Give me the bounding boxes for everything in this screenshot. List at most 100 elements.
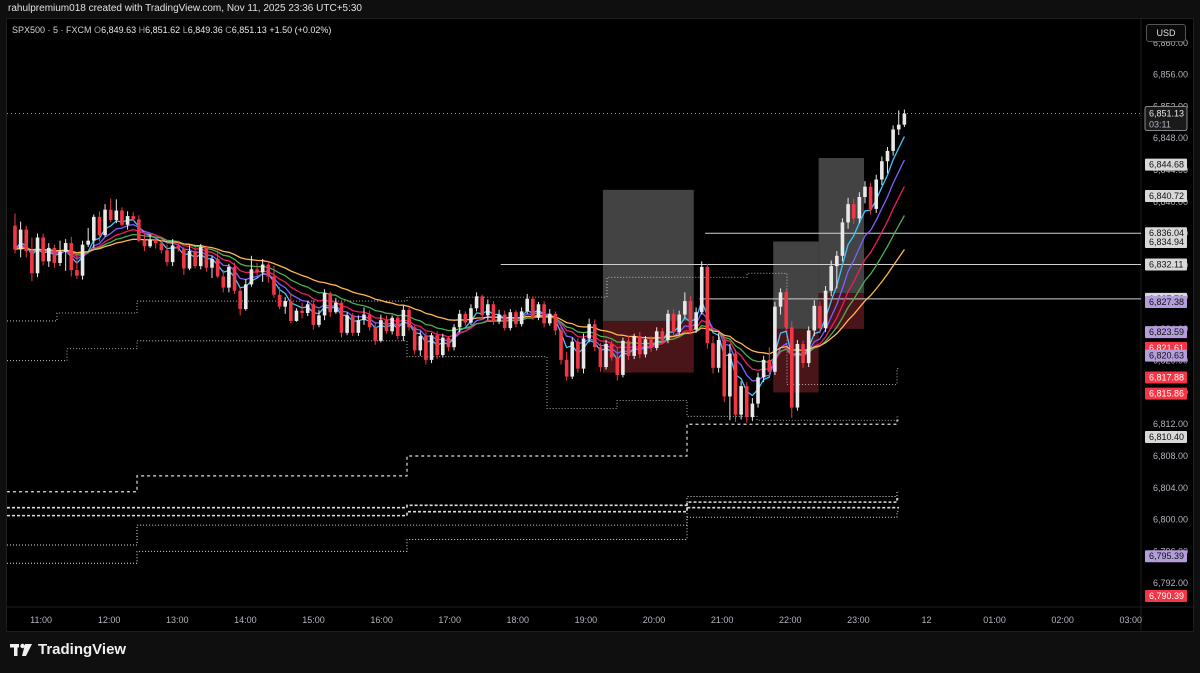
candle-body[interactable] <box>896 124 901 130</box>
candle-body[interactable] <box>851 204 856 219</box>
candle-body[interactable] <box>350 315 355 333</box>
candle-body[interactable] <box>835 255 839 267</box>
candle-body[interactable] <box>221 276 226 288</box>
candle-body[interactable] <box>176 245 181 249</box>
candle-body[interactable] <box>322 293 327 316</box>
candle-body[interactable] <box>891 129 895 151</box>
candle-body[interactable] <box>412 327 417 351</box>
candle-body[interactable] <box>818 305 822 329</box>
candle-body[interactable] <box>407 309 411 328</box>
candle-body[interactable] <box>570 341 575 377</box>
candle-body[interactable] <box>339 302 344 333</box>
candle-body[interactable] <box>80 244 85 276</box>
candle-body[interactable] <box>92 216 96 241</box>
candle-body[interactable] <box>215 258 220 277</box>
candle-body[interactable] <box>880 161 884 180</box>
candle-body[interactable] <box>767 359 772 372</box>
candle-body[interactable] <box>671 313 676 333</box>
candle-body[interactable] <box>474 296 479 309</box>
candle-body[interactable] <box>356 320 361 333</box>
candle-body[interactable] <box>367 314 372 328</box>
candle-body[interactable] <box>446 337 451 348</box>
candle-body[interactable] <box>18 229 23 250</box>
candle-body[interactable] <box>187 251 192 269</box>
candle-body[interactable] <box>694 312 698 330</box>
tradingview-logo[interactable]: TradingView <box>10 641 126 658</box>
candle-body[interactable] <box>182 248 186 269</box>
candle-body[interactable] <box>204 247 209 268</box>
candle-body[interactable] <box>868 186 873 209</box>
candle-body[interactable] <box>277 294 282 307</box>
candle-body[interactable] <box>592 324 597 348</box>
candle-body[interactable] <box>362 314 366 321</box>
candle-body[interactable] <box>863 186 867 197</box>
candle-body[interactable] <box>812 305 817 331</box>
candle-body[interactable] <box>705 266 710 344</box>
candle-body[interactable] <box>429 335 434 360</box>
candle-body[interactable] <box>24 229 29 252</box>
candle-body[interactable] <box>435 335 439 356</box>
candle-body[interactable] <box>654 331 659 348</box>
candle-body[interactable] <box>823 290 828 329</box>
candle-body[interactable] <box>491 304 496 322</box>
candle-body[interactable] <box>41 237 45 262</box>
candle-body[interactable] <box>30 251 34 274</box>
candle-body[interactable] <box>649 339 653 348</box>
candle-body[interactable] <box>553 313 558 331</box>
candle-body[interactable] <box>778 292 783 307</box>
candle-body[interactable] <box>716 340 721 368</box>
candle-body[interactable] <box>514 312 518 325</box>
candle-body[interactable] <box>142 240 147 247</box>
candle-body[interactable] <box>795 343 800 408</box>
candle-body[interactable] <box>418 336 423 351</box>
candle-body[interactable] <box>159 243 164 251</box>
candle-body[interactable] <box>148 239 152 247</box>
candle-body[interactable] <box>874 179 879 209</box>
candle-body[interactable] <box>63 243 68 252</box>
candle-body[interactable] <box>13 225 17 250</box>
candle-body[interactable] <box>638 336 642 355</box>
candle-body[interactable] <box>463 313 468 323</box>
candle-body[interactable] <box>784 292 788 328</box>
candle-body[interactable] <box>384 320 389 332</box>
candle-body[interactable] <box>260 264 265 273</box>
candle-body[interactable] <box>508 312 513 329</box>
candle-body[interactable] <box>108 209 113 221</box>
candle-body[interactable] <box>806 330 811 364</box>
candle-body[interactable] <box>103 209 107 236</box>
candle-body[interactable] <box>604 343 608 368</box>
candle-body[interactable] <box>86 240 90 245</box>
candle-body[interactable] <box>598 347 603 368</box>
candle-body[interactable] <box>699 266 704 313</box>
candle-body[interactable] <box>547 313 552 324</box>
candle-body[interactable] <box>294 310 299 321</box>
candle-body[interactable] <box>227 266 231 288</box>
candle-body[interactable] <box>739 386 743 415</box>
candle-body[interactable] <box>497 314 501 322</box>
candle-body[interactable] <box>289 301 293 321</box>
candle-body[interactable] <box>311 304 316 325</box>
candle-body[interactable] <box>744 386 749 418</box>
candle-body[interactable] <box>457 313 462 328</box>
candle-body[interactable] <box>643 339 648 355</box>
candle-body[interactable] <box>328 293 333 313</box>
candle-body[interactable] <box>272 276 276 295</box>
candle-body[interactable] <box>756 377 760 404</box>
candle-body[interactable] <box>243 284 248 310</box>
symbol-name[interactable]: SPX500 · 5 · FXCM <box>12 25 92 35</box>
candle-body[interactable] <box>35 237 40 274</box>
candle-body[interactable] <box>486 304 490 316</box>
candle-body[interactable] <box>801 343 805 364</box>
candle-body[interactable] <box>452 327 456 348</box>
candle-body[interactable] <box>334 302 338 313</box>
candle-body[interactable] <box>711 343 715 368</box>
candle-body[interactable] <box>559 330 563 360</box>
candle-body[interactable] <box>688 301 693 330</box>
candle-body[interactable] <box>829 266 833 291</box>
candle-body[interactable] <box>440 337 445 356</box>
candle-body[interactable] <box>615 357 620 375</box>
candle-body[interactable] <box>120 210 124 225</box>
candle-body[interactable] <box>75 270 79 276</box>
candle-body[interactable] <box>300 310 304 313</box>
candle-body[interactable] <box>58 251 62 263</box>
